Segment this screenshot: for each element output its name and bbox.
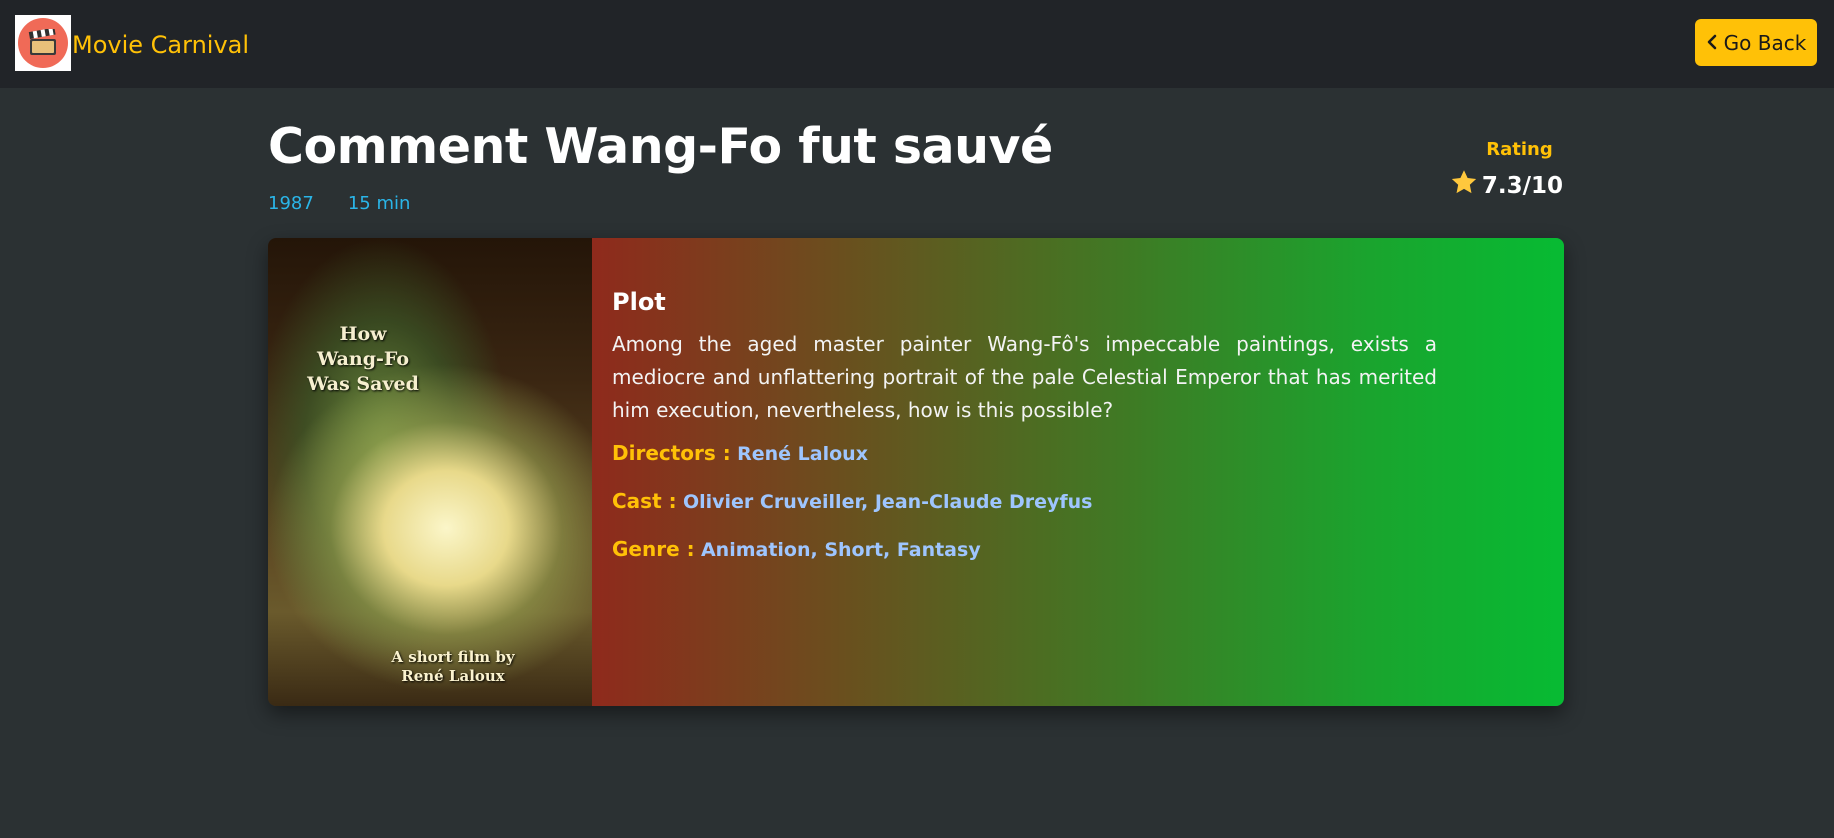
directors-label: Directors : [612, 441, 731, 465]
navbar: Movie Carnival Go Back [0, 0, 1834, 88]
directors-line: Directors : René Laloux [612, 441, 1437, 465]
rating-label: Rating [1486, 139, 1553, 160]
movie-meta: 1987 15 min [268, 193, 410, 214]
plot-heading: Plot [612, 288, 666, 316]
movie-details: Plot Among the aged master painter Wang-… [592, 238, 1564, 706]
cast-line: Cast : Olivier Cruveiller, Jean-Claude D… [612, 489, 1437, 513]
genre-line: Genre : Animation, Short, Fantasy [612, 537, 1437, 561]
genre-label: Genre : [612, 537, 695, 561]
poster-title: How Wang-Fo Was Saved [307, 323, 419, 395]
clapperboard-icon [18, 18, 68, 68]
brand-name[interactable]: Movie Carnival [72, 31, 249, 59]
cast-label: Cast : [612, 489, 677, 513]
movie-year: 1987 [268, 193, 314, 214]
star-icon [1450, 169, 1478, 202]
poster-credit: A short film by René Laloux [391, 648, 515, 685]
genre-value: Animation, Short, Fantasy [700, 539, 981, 561]
directors-value: René Laloux [737, 443, 868, 465]
go-back-label: Go Back [1723, 30, 1807, 55]
movie-title: Comment Wang-Fo fut sauvé [268, 118, 1053, 175]
rating-value: 7.3/10 [1481, 172, 1563, 199]
rating-value-row: 7.3/10 [1450, 169, 1563, 202]
cast-value: Olivier Cruveiller, Jean-Claude Dreyfus [682, 491, 1093, 513]
plot-text: Among the aged master painter Wang-Fô's … [612, 332, 1437, 422]
movie-card: How Wang-Fo Was Saved A short film by Re… [268, 238, 1564, 706]
movie-poster: How Wang-Fo Was Saved A short film by Re… [268, 238, 592, 706]
go-back-button[interactable]: Go Back [1695, 19, 1817, 66]
brand-logo[interactable] [15, 15, 71, 71]
movie-runtime: 15 min [347, 193, 411, 214]
chevron-left-icon [1706, 31, 1718, 55]
